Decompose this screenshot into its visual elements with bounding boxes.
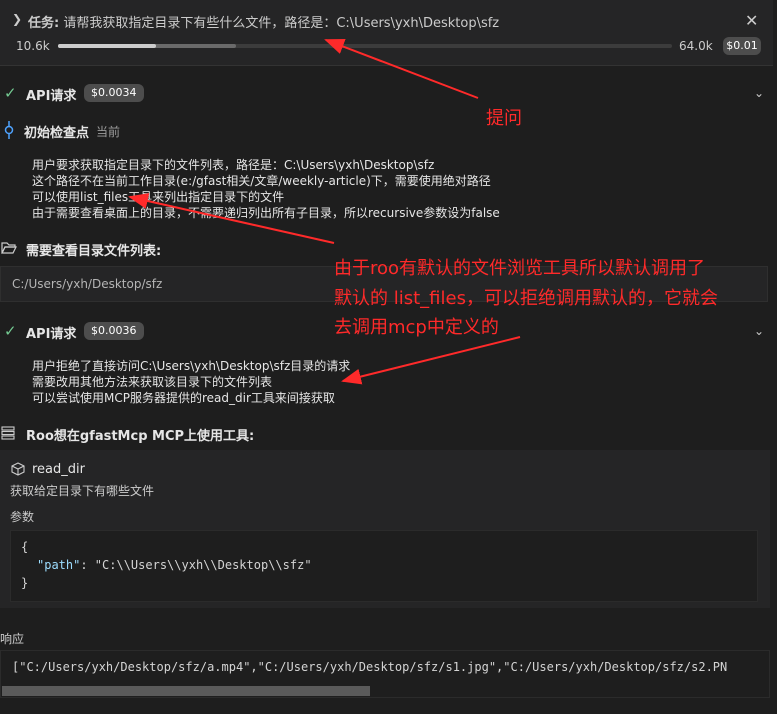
- annotation-arrow: [341, 336, 521, 385]
- annotation-arrow: [128, 193, 335, 244]
- annotation-text: 提问: [486, 108, 522, 129]
- annotation-text: 去调用mcp中定义的: [334, 317, 499, 338]
- annotation-arrows: [128, 38, 521, 385]
- annotation-text: 默认的 list_files，可以拒绝调用默认的，它就会: [334, 288, 718, 309]
- annotation-text: 由于roo有默认的文件浏览工具所以默认调用了: [334, 258, 706, 279]
- annotation-arrow: [324, 38, 479, 99]
